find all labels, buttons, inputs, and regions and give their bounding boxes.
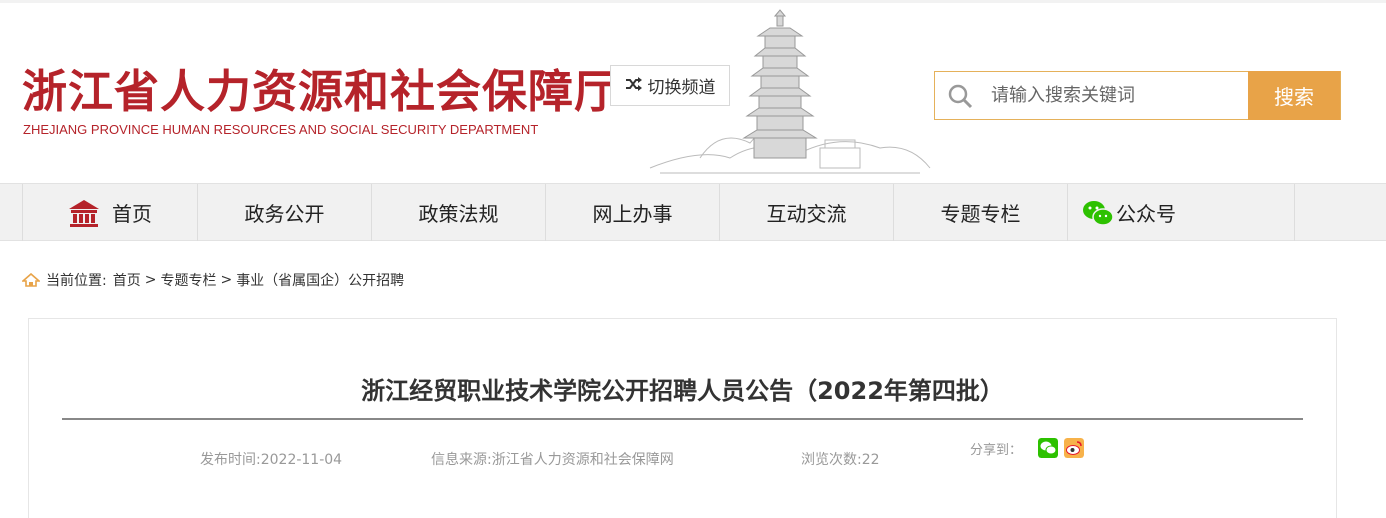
nav-label-topics: 专题专栏: [940, 202, 1021, 226]
nav-label-interaction: 互动交流: [766, 202, 847, 226]
breadcrumb: 当前位置: 首页 > 专题专栏 > 事业（省属国企）公开招聘: [22, 270, 404, 290]
wechat-icon: [1083, 200, 1114, 226]
nav-label-online-service: 网上办事: [592, 202, 673, 226]
view-count: 浏览次数:22: [801, 452, 880, 468]
breadcrumb-link-recruitment[interactable]: 事业（省属国企）公开招聘: [236, 270, 404, 290]
home-icon: [69, 199, 99, 227]
home-icon: [22, 273, 40, 287]
publish-time: 发布时间:2022-11-04: [200, 452, 343, 468]
site-title-cn[interactable]: 浙江省人力资源和社会保障厅: [22, 55, 620, 120]
breadcrumb-separator: >: [144, 272, 157, 288]
breadcrumb-prefix: 当前位置:: [46, 273, 107, 289]
nav-item-home[interactable]: 首页: [22, 184, 197, 241]
nav-item-online-service[interactable]: 网上办事: [545, 184, 719, 241]
nav-label-wechat: 公众号: [1116, 202, 1176, 226]
breadcrumb-link-home[interactable]: 首页: [113, 270, 141, 290]
nav-label-home: 首页: [112, 202, 152, 226]
nav-item-wechat[interactable]: 公众号: [1067, 184, 1295, 241]
article-container: 浙江经贸职业技术学院公开招聘人员公告（2022年第四批） 发布时间:2022-1…: [28, 318, 1337, 518]
search-button[interactable]: 搜索: [1248, 71, 1340, 120]
breadcrumb-link-topics[interactable]: 专题专栏: [160, 270, 216, 290]
search-icon: [948, 84, 973, 109]
info-source: 信息来源:浙江省人力资源和社会保障网: [431, 452, 674, 468]
search-box: 搜索: [934, 71, 1341, 120]
nav-item-interaction[interactable]: 互动交流: [719, 184, 893, 241]
breadcrumb-separator: >: [220, 272, 233, 288]
title-divider: [62, 418, 1303, 420]
nav-item-topics[interactable]: 专题专栏: [893, 184, 1067, 241]
weibo-share-icon[interactable]: [1064, 438, 1084, 458]
nav-label-policy: 政策法规: [418, 202, 499, 226]
nav-item-gov-affairs[interactable]: 政务公开: [197, 184, 371, 241]
pagoda-illustration: [649, 9, 931, 174]
article-title: 浙江经贸职业技术学院公开招聘人员公告（2022年第四批）: [361, 377, 1004, 405]
wechat-share-icon[interactable]: [1038, 438, 1058, 458]
site-title-en: ZHEJIANG PROVINCE HUMAN RESOURCES AND SO…: [23, 122, 539, 137]
nav-label-gov-affairs: 政务公开: [244, 202, 325, 226]
nav-item-policy[interactable]: 政策法规: [371, 184, 545, 241]
share-label: 分享到：: [970, 443, 1023, 458]
search-input[interactable]: [991, 72, 1247, 119]
main-nav: 首页 政务公开 政策法规 网上办事 互动交流 专题专栏 公众号: [0, 183, 1386, 241]
site-header: 浙江省人力资源和社会保障厅 ZHEJIANG PROVINCE HUMAN RE…: [0, 0, 1386, 183]
